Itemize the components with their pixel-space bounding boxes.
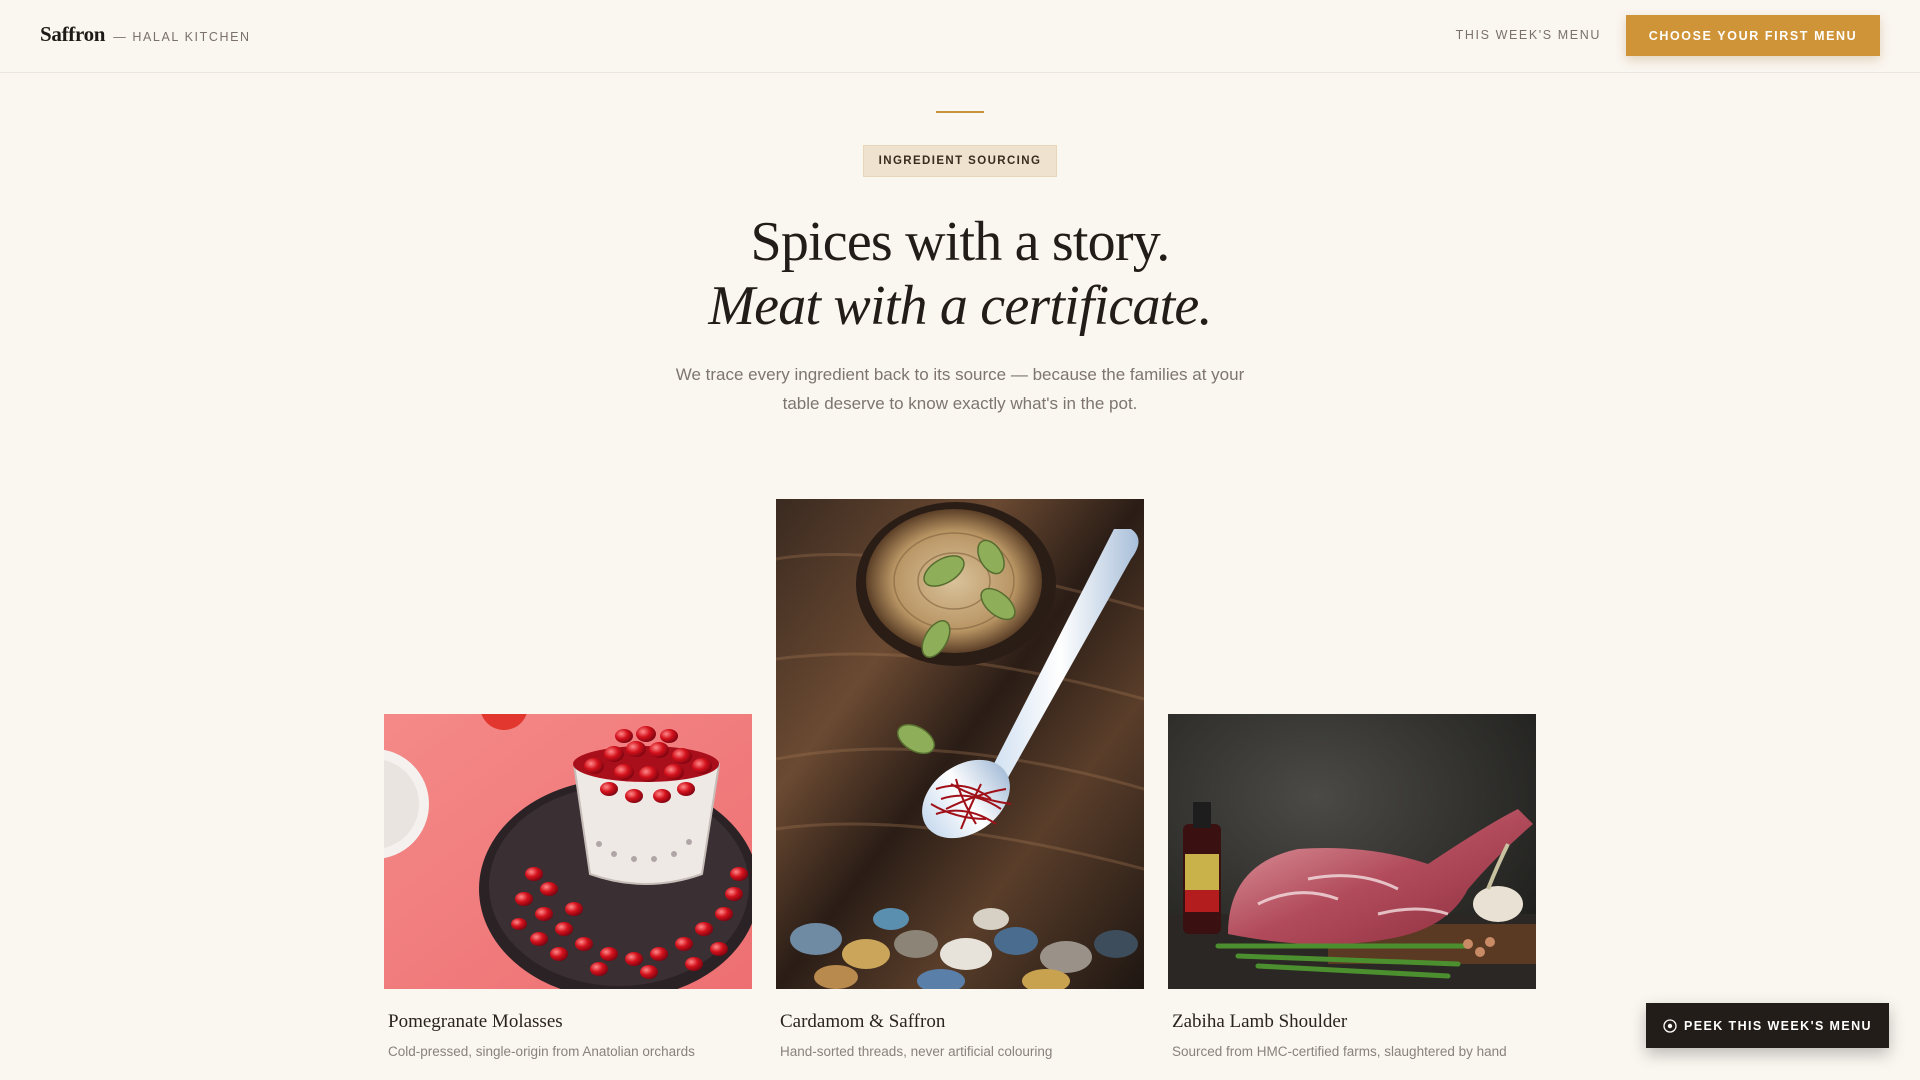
pomegranate-seeds-photo — [384, 714, 752, 989]
nav-this-weeks-menu[interactable]: THIS WEEK'S MENU — [1456, 28, 1601, 42]
peek-weeks-menu-label: PEEK THIS WEEK'S MENU — [1684, 1019, 1872, 1033]
choose-first-menu-button[interactable]: CHOOSE YOUR FIRST MENU — [1626, 15, 1880, 56]
ingredient-card[interactable]: Pomegranate Molasses Cold-pressed, singl… — [384, 714, 752, 989]
brand-name: Saffron — [40, 22, 105, 47]
site-header: Saffron — HALAL KITCHEN THIS WEEK'S MENU… — [0, 0, 1920, 73]
headline-line-1: Spices with a story. — [0, 210, 1920, 274]
cardamom-saffron-spoon-photo — [776, 499, 1144, 989]
card-title: Cardamom & Saffron — [780, 1011, 945, 1033]
brand-tagline: — HALAL KITCHEN — [113, 30, 250, 44]
headline-line-2: Meat with a certificate. — [0, 274, 1920, 338]
peek-weeks-menu-button[interactable]: PEEK THIS WEEK'S MENU — [1646, 1003, 1889, 1048]
play-circle-icon — [1663, 1019, 1677, 1033]
accent-divider — [936, 111, 984, 113]
brand-logo[interactable]: Saffron — HALAL KITCHEN — [40, 22, 251, 47]
card-description: Sourced from HMC-certified farms, slaugh… — [1172, 1044, 1507, 1059]
section-badge: INGREDIENT SOURCING — [863, 145, 1057, 177]
raw-lamb-shoulder-photo — [1168, 714, 1536, 989]
ingredient-card[interactable]: Cardamom & Saffron Hand-sorted threads, … — [776, 499, 1144, 989]
hero-description: We trace every ingredient back to its so… — [660, 360, 1260, 418]
hero-headline: Spices with a story. Meat with a certifi… — [0, 210, 1920, 338]
card-title: Zabiha Lamb Shoulder — [1172, 1011, 1347, 1033]
card-title: Pomegranate Molasses — [388, 1011, 563, 1033]
card-description: Hand-sorted threads, never artificial co… — [780, 1044, 1052, 1059]
card-description: Cold-pressed, single-origin from Anatoli… — [388, 1044, 695, 1059]
ingredient-card[interactable]: Zabiha Lamb Shoulder Sourced from HMC-ce… — [1168, 714, 1536, 989]
